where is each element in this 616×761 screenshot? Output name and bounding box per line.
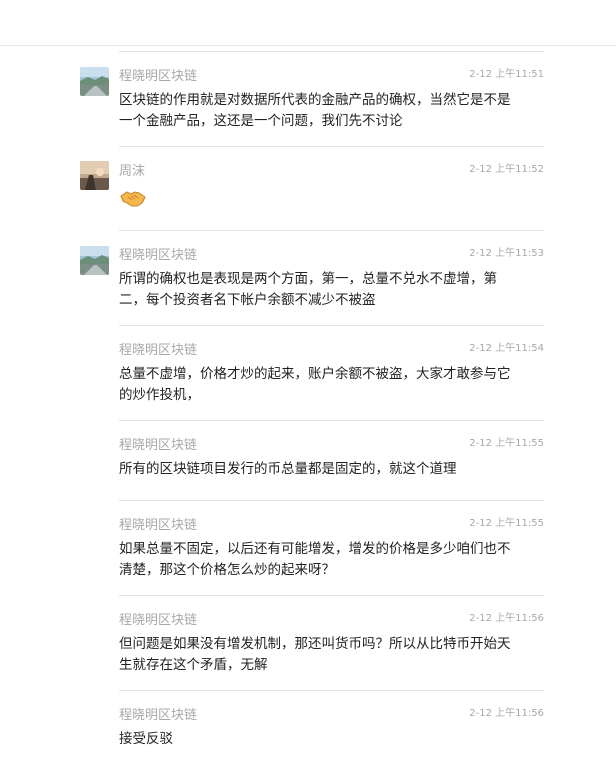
message-text: 区块链的作用就是对数据所代表的金融产品的确权，当然它是不是一个金融产品，这还是一… bbox=[119, 92, 511, 129]
message-text: 如果总量不固定，以后还有可能增发，增发的价格是多少咱们也不清楚，那这个价格怎么炒… bbox=[119, 541, 511, 578]
message-text: 接受反驳 bbox=[119, 731, 173, 747]
sender-name: 程晓明区块链 bbox=[119, 708, 198, 723]
landscape-avatar-icon bbox=[80, 67, 109, 96]
message-divider bbox=[119, 420, 544, 421]
message-divider bbox=[119, 230, 544, 231]
message-time: 2-12 上午11:56 bbox=[469, 613, 544, 624]
message-divider bbox=[119, 51, 544, 52]
message-time: 2-12 上午11:51 bbox=[469, 69, 544, 80]
landscape-avatar-icon bbox=[80, 246, 109, 275]
message-text: 但问题是如果没有增发机制，那还叫货币吗？所以从比特币开始天生就存在这个矛盾，无解 bbox=[119, 636, 511, 673]
message-text: 所有的区块链项目发行的币总量都是固定的，就这个道理 bbox=[119, 461, 457, 477]
sender-name: 周沫 bbox=[119, 164, 146, 179]
sender-name: 程晓明区块链 bbox=[119, 518, 198, 533]
sender-name: 程晓明区块链 bbox=[119, 248, 198, 263]
message-time: 2-12 上午11:52 bbox=[469, 164, 544, 175]
sender-name: 程晓明区块链 bbox=[119, 69, 198, 84]
message-divider bbox=[119, 146, 544, 147]
avatar[interactable] bbox=[80, 67, 109, 96]
message-divider bbox=[119, 595, 544, 596]
message-time: 2-12 上午11:55 bbox=[469, 518, 544, 529]
sender-name: 程晓明区块链 bbox=[119, 613, 198, 628]
avatar[interactable] bbox=[80, 246, 109, 275]
message-text: 总量不虚增，价格才炒的起来，账户余额不被盗，大家才敢参与它的炒作投机， bbox=[119, 366, 511, 403]
message-divider bbox=[119, 500, 544, 501]
message-time: 2-12 上午11:56 bbox=[469, 708, 544, 719]
handshake-emoji-icon bbox=[120, 187, 146, 209]
top-bar bbox=[0, 0, 616, 46]
sender-name: 程晓明区块链 bbox=[119, 438, 198, 453]
message-text: 所谓的确权也是表现是两个方面，第一，总量不兑水不虚增，第二，每个投资者名下帐户余… bbox=[119, 271, 497, 308]
message-divider bbox=[119, 325, 544, 326]
message-divider bbox=[119, 690, 544, 691]
message-time: 2-12 上午11:54 bbox=[469, 343, 544, 354]
sunset-avatar-icon bbox=[80, 161, 109, 190]
message-time: 2-12 上午11:53 bbox=[469, 248, 544, 259]
avatar[interactable] bbox=[80, 161, 109, 190]
message-time: 2-12 上午11:55 bbox=[469, 438, 544, 449]
sender-name: 程晓明区块链 bbox=[119, 343, 198, 358]
